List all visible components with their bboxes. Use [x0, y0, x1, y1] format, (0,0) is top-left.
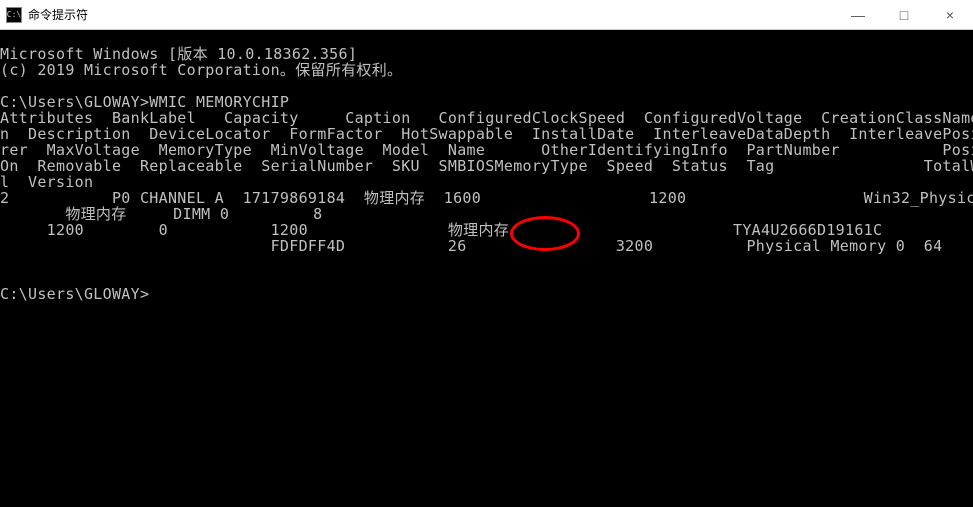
maximize-button[interactable]: □: [881, 0, 927, 29]
minimize-button[interactable]: —: [835, 0, 881, 29]
terminal-line: (c) 2019 Microsoft Corporation。保留所有权利。: [0, 61, 402, 79]
window-titlebar: C:\ 命令提示符 — □ ×: [0, 0, 973, 30]
terminal-line: C:\Users\GLOWAY>: [0, 285, 149, 303]
window-title: 命令提示符: [28, 6, 835, 23]
close-button[interactable]: ×: [927, 0, 973, 29]
cmd-icon-text: C:\: [7, 10, 21, 19]
terminal-line: FDFDFF4D 26 3200 Physical Memory 0 64 16…: [0, 237, 973, 255]
terminal-line: On Removable Replaceable SerialNumber SK…: [0, 157, 973, 175]
window-controls: — □ ×: [835, 0, 973, 29]
terminal-output: Microsoft Windows [版本 10.0.18362.356] (c…: [0, 30, 973, 302]
terminal-area[interactable]: Microsoft Windows [版本 10.0.18362.356] (c…: [0, 30, 973, 507]
cmd-icon: C:\: [6, 7, 22, 23]
